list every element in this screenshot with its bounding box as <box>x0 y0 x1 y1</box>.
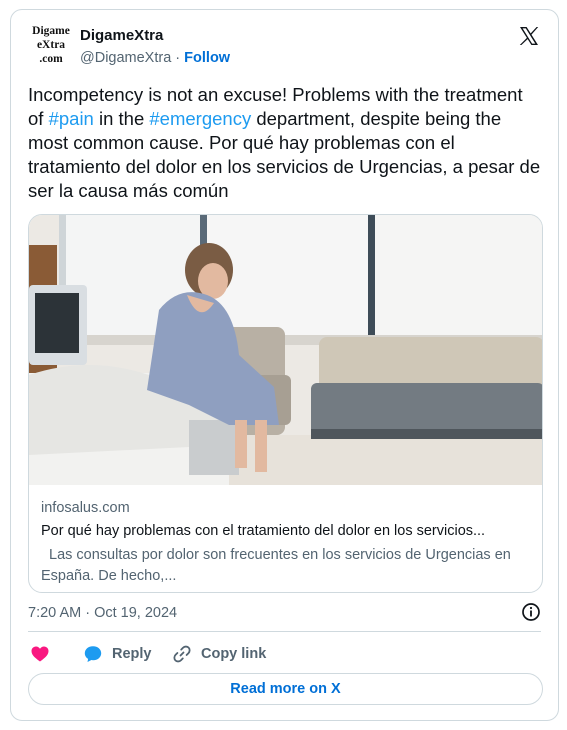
action-bar: Reply Copy link <box>28 642 541 666</box>
link-title[interactable]: Por qué hay problemas con el tratamiento… <box>41 521 530 541</box>
user-handle[interactable]: @DigameXtra <box>80 50 171 66</box>
reply-button[interactable]: Reply <box>83 642 152 666</box>
divider <box>28 631 541 632</box>
avatar-text-line: .com <box>39 53 63 65</box>
link-description: Las consultas por dolor son frecuentes e… <box>41 547 511 584</box>
info-icon[interactable] <box>521 602 541 622</box>
hashtag-pain-link[interactable]: #pain <box>49 108 94 129</box>
display-name[interactable]: DigameXtra <box>80 26 230 46</box>
x-logo-icon[interactable] <box>517 24 541 48</box>
embedded-post-card: Digame eXtra .com DigameXtra @DigameXtra… <box>10 9 559 721</box>
article-photo-image[interactable] <box>29 215 543 485</box>
copy-link-button[interactable]: Copy link <box>172 642 266 666</box>
hashtag-emergency-link[interactable]: #emergency <box>149 108 251 129</box>
copy-link-label: Copy link <box>201 646 267 662</box>
avatar-text-line: eXtra <box>36 39 66 51</box>
separator-dot: · <box>171 50 185 66</box>
post-header: Digame eXtra .com DigameXtra @DigameXtra… <box>28 22 541 74</box>
timestamp-row: 7:20 AM · Oct 19, 2024 <box>28 602 541 624</box>
link-preview-card[interactable]: infosalus.com Por qué hay problemas con … <box>28 214 543 593</box>
heart-icon <box>31 646 49 662</box>
post-text: Incompetency is not an excuse! Problems … <box>28 83 543 203</box>
post-timestamp[interactable]: 7:20 AM · Oct 19, 2024 <box>28 605 177 621</box>
link-meta: infosalus.com Por qué hay problemas con … <box>41 498 530 587</box>
post-text-segment: in the <box>93 108 150 129</box>
link-domain: infosalus.com <box>41 500 130 516</box>
reply-bubble-icon <box>84 646 102 662</box>
read-more-button[interactable]: Read more on X <box>28 673 543 705</box>
handle-row: @DigameXtra · Follow <box>80 48 230 68</box>
link-chain-icon <box>173 645 191 663</box>
avatar-text-line: Digame <box>32 25 70 37</box>
avatar[interactable]: Digame eXtra .com <box>28 22 74 68</box>
author-info: DigameXtra @DigameXtra · Follow <box>80 26 230 68</box>
follow-button[interactable]: Follow <box>184 50 230 66</box>
like-button[interactable] <box>30 642 50 666</box>
reply-label: Reply <box>112 646 152 662</box>
